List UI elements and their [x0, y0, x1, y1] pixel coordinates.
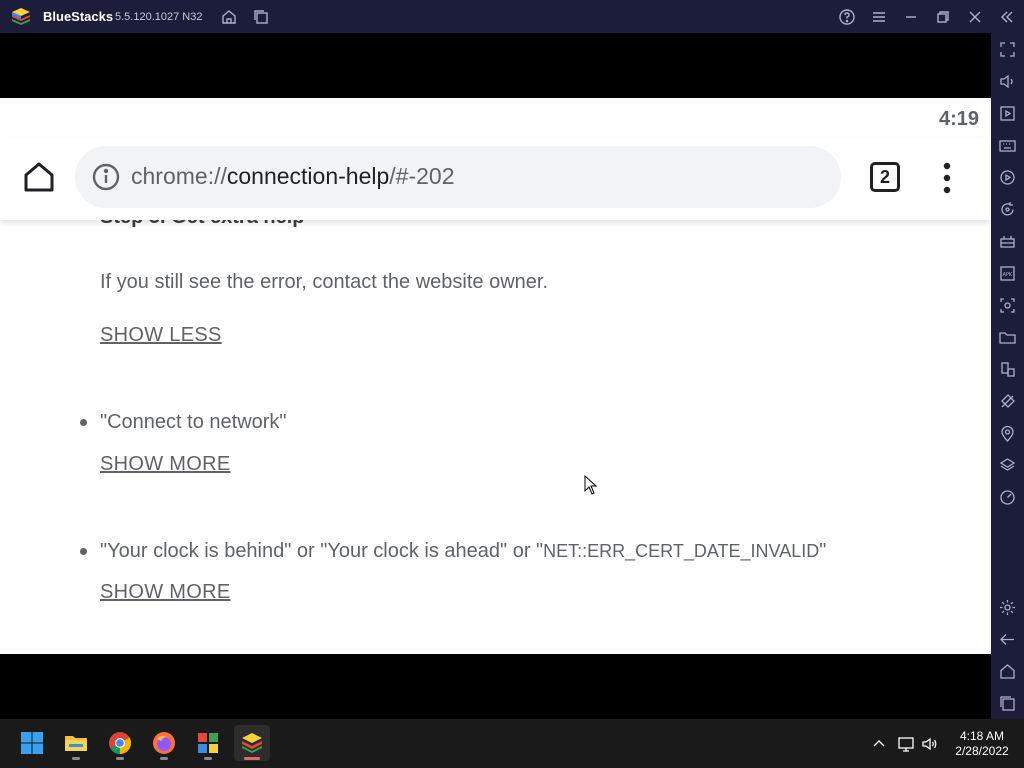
chrome-button[interactable]	[102, 725, 138, 761]
firefox-button[interactable]	[146, 725, 182, 761]
running-indicator	[160, 757, 168, 760]
running-indicator	[204, 757, 212, 760]
show-hidden-icons-icon[interactable]	[870, 735, 888, 753]
multi-instance-icon	[198, 733, 218, 753]
android-recents-icon[interactable]	[998, 694, 1017, 713]
tab-switcher-button[interactable]: 2	[870, 162, 900, 192]
bluestacks-logo-icon	[12, 8, 30, 25]
bluestacks-button[interactable]	[234, 725, 270, 761]
show-less-link[interactable]: SHOW LESS	[100, 324, 222, 347]
mouse-cursor-icon	[584, 475, 598, 495]
network-icon[interactable]	[897, 735, 915, 753]
windows-taskbar: 4:18 AM 2/28/2022	[0, 719, 1024, 768]
back-icon[interactable]	[998, 630, 1017, 649]
minimize-icon[interactable]	[902, 8, 920, 26]
home-icon[interactable]	[220, 8, 238, 26]
volume-tray-icon[interactable]	[921, 735, 939, 753]
eco-mode-icon[interactable]	[998, 392, 1017, 411]
game-controls-icon[interactable]	[998, 232, 1017, 251]
home-button-icon[interactable]	[22, 160, 56, 194]
url-path: /#-202	[389, 163, 455, 189]
media-manager-icon[interactable]	[998, 104, 1017, 123]
collapse-sidebar-icon[interactable]	[998, 8, 1016, 26]
bluestacks-side-toolbar: APK	[991, 33, 1024, 719]
more-options-icon[interactable]	[935, 158, 959, 198]
menu-icon[interactable]	[870, 8, 888, 26]
macro-icon[interactable]	[998, 168, 1017, 187]
volume-icon[interactable]	[998, 72, 1017, 91]
multi-instance-manager-button[interactable]	[190, 725, 226, 761]
chrome-icon	[109, 732, 131, 754]
running-indicator	[72, 757, 80, 760]
recent-apps-icon[interactable]	[252, 8, 270, 26]
help-icon[interactable]	[838, 8, 856, 26]
bluestacks-title-bar: BlueStacks 5.5.120.1027 N32	[0, 0, 1024, 33]
layers-icon[interactable]	[998, 456, 1017, 475]
show-more-link[interactable]: SHOW MORE	[100, 453, 230, 476]
file-explorer-icon	[65, 736, 87, 751]
install-apk-icon[interactable]: APK	[998, 264, 1017, 283]
restore-icon[interactable]	[934, 8, 952, 26]
chrome-page: 4:19 chrome://connection-help/#-202 2 St…	[0, 98, 991, 654]
bullet	[80, 548, 87, 555]
bluestacks-icon	[242, 733, 262, 753]
url-scheme: chrome://	[131, 163, 227, 189]
running-indicator	[116, 757, 124, 760]
close-icon[interactable]	[966, 8, 984, 26]
fullscreen-icon[interactable]	[998, 40, 1017, 59]
svg-text:APK: APK	[1003, 272, 1013, 278]
url-host: connection-help	[226, 163, 390, 189]
performance-icon[interactable]	[998, 488, 1017, 507]
step-text: If you still see the error, contact the …	[100, 271, 549, 293]
show-more-link[interactable]: SHOW MORE	[100, 581, 230, 604]
bullet	[80, 419, 87, 426]
settings-icon[interactable]	[998, 598, 1017, 617]
list-item-title: "Your clock is behind" or "Your clock is…	[100, 540, 827, 562]
start-icon	[21, 732, 43, 754]
system-clock[interactable]: 4:18 AM 2/28/2022	[950, 729, 1014, 759]
clock-date: 2/28/2022	[955, 744, 1009, 758]
active-indicator	[244, 757, 260, 760]
keyboard-icon[interactable]	[998, 136, 1017, 155]
app-version: 5.5.120.1027 N32	[115, 11, 203, 23]
error-code: NET::ERR_CERT_DATE_INVALID	[543, 541, 820, 561]
android-screen: 4:19 chrome://connection-help/#-202 2 St…	[0, 33, 991, 719]
sync-icon[interactable]	[998, 200, 1017, 219]
info-icon[interactable]	[91, 162, 121, 192]
status-bar-time: 4:19	[938, 108, 979, 130]
chrome-toolbar: chrome://connection-help/#-202 2	[0, 138, 991, 220]
app-name: BlueStacks	[43, 9, 114, 24]
omnibox[interactable]: chrome://connection-help/#-202	[75, 146, 841, 208]
folder-icon[interactable]	[998, 328, 1017, 347]
multi-instance-icon[interactable]	[998, 360, 1017, 379]
screenshot-icon[interactable]	[998, 296, 1017, 315]
clock-time: 4:18 AM	[959, 729, 1005, 743]
firefox-icon	[153, 732, 175, 754]
list-item-title: "Connect to network"	[100, 411, 287, 433]
file-explorer-button[interactable]	[58, 725, 94, 761]
url-text[interactable]: chrome://connection-help/#-202	[131, 163, 455, 190]
location-icon[interactable]	[998, 424, 1017, 443]
android-home-icon[interactable]	[998, 662, 1017, 681]
start-button[interactable]	[14, 725, 50, 761]
